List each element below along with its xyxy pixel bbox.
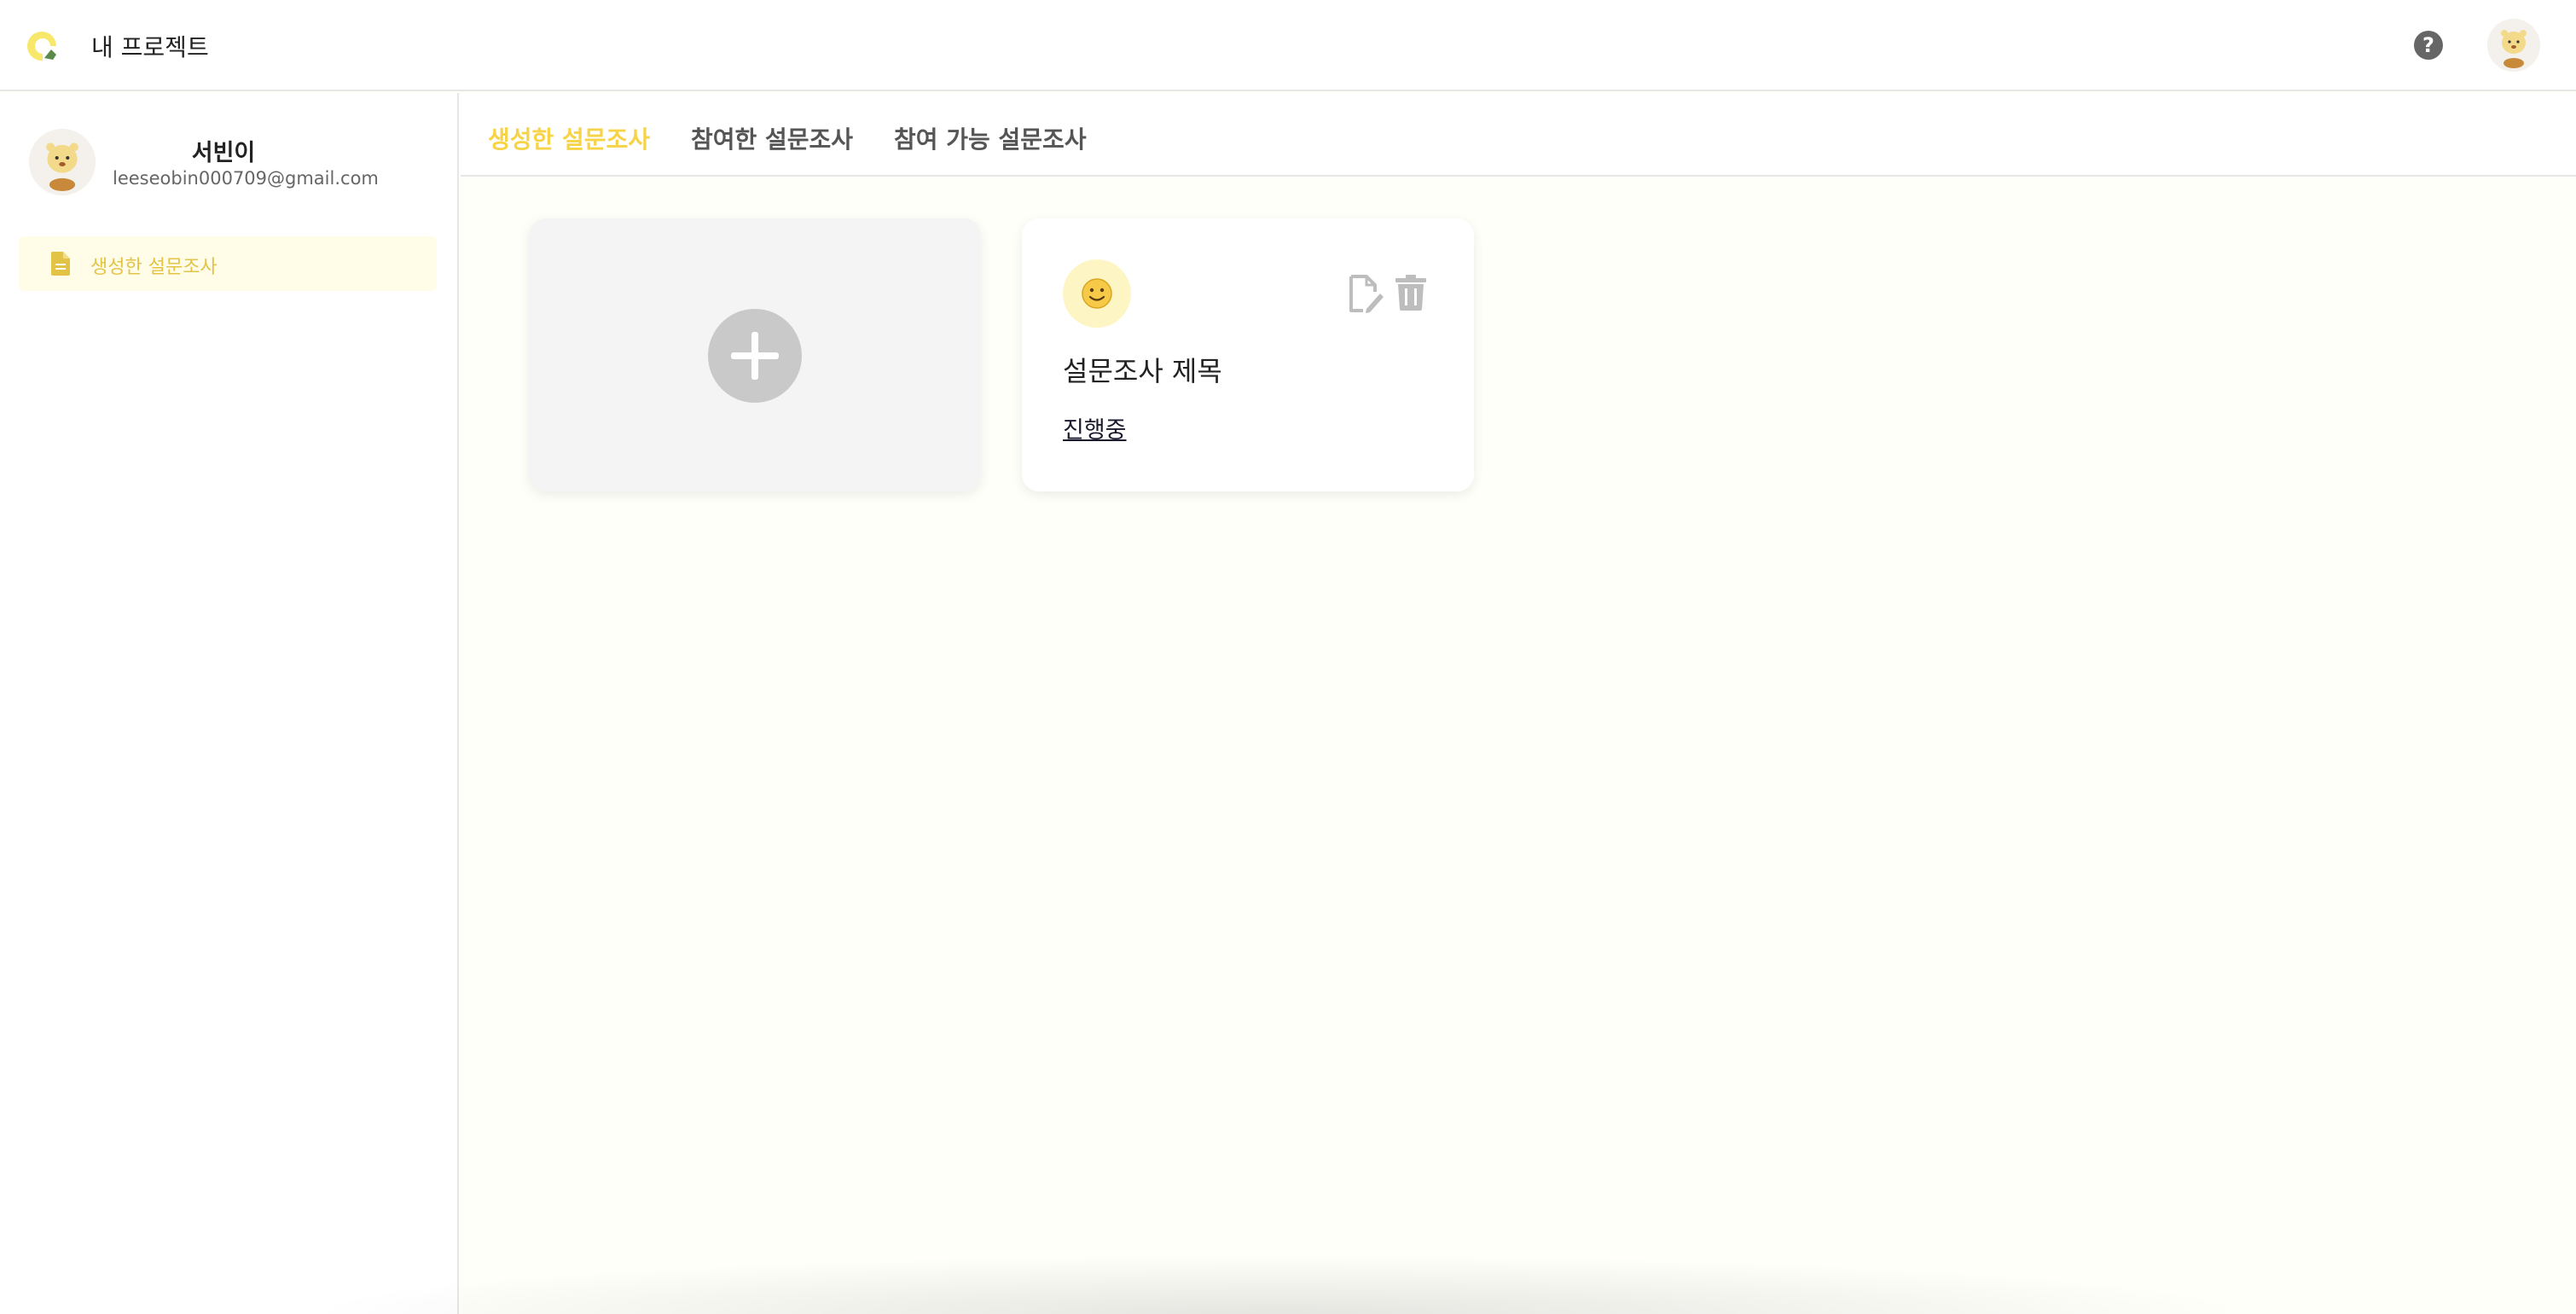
survey-title: 설문조사 제목 [1063,355,1222,387]
tab-participated-surveys[interactable]: 참여한 설문조사 [691,121,853,155]
smiley-icon [1082,278,1112,309]
question-circle-icon[interactable]: ? [2414,31,2443,60]
trash-icon[interactable] [1395,275,1426,311]
logo-icon[interactable] [26,29,60,63]
survey-status-link[interactable]: 진행중 [1063,411,1127,445]
sidebar-item-created-surveys[interactable]: 생성한 설문조사 [19,236,437,291]
edit-icon[interactable] [1348,275,1384,314]
profile-avatar [29,129,96,195]
header-avatar[interactable] [2487,19,2540,72]
tab-available-surveys[interactable]: 참여 가능 설문조사 [894,121,1087,155]
survey-card[interactable]: 설문조사 제목 진행중 [1022,218,1474,491]
survey-emoji-badge [1063,259,1131,328]
bottom-shadow [299,1254,2260,1314]
page-title: 내 프로젝트 [91,33,209,61]
sidebar-item-label: 생성한 설문조사 [90,257,218,278]
profile-name: 서빈이 [191,140,256,166]
add-survey-card[interactable] [529,218,981,491]
sidebar: 서빈이 leeseobin000709@gmail.com 생성한 설문조사 [0,93,459,1314]
top-header: 내 프로젝트 ? [0,0,2576,91]
tab-bar: 생성한 설문조사 참여한 설문조사 참여 가능 설문조사 [461,93,2576,177]
bear-avatar-icon [2487,19,2540,72]
document-icon [51,252,70,276]
profile-email: leeseobin000709@gmail.com [113,168,379,189]
tab-created-surveys[interactable]: 생성한 설문조사 [488,121,650,155]
bear-avatar-icon [29,129,96,195]
plus-icon[interactable] [708,309,802,403]
